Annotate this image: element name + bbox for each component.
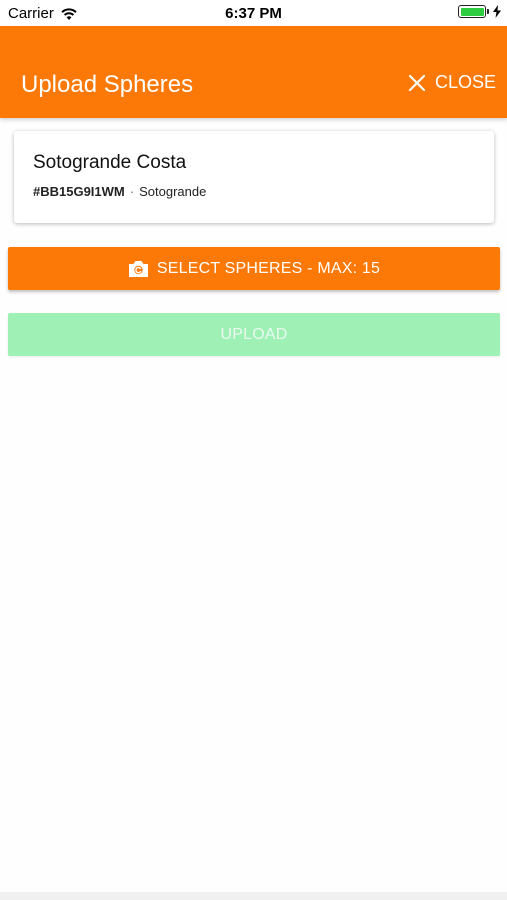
- card-title: Sotogrande Costa: [33, 152, 187, 173]
- location-code: #BB15G9I1WM: [33, 184, 125, 199]
- separator-dot: ·: [129, 184, 135, 199]
- upload-spheres-screen: Carrier 6:37 PM Upload Spheres CLOSE Sot…: [0, 0, 507, 900]
- upload-button-label: UPLOAD: [220, 325, 288, 343]
- bottom-strip: [0, 892, 507, 900]
- select-spheres-label: SELECT SPHERES - MAX: 15: [156, 259, 381, 277]
- camera-icon: [128, 260, 148, 277]
- battery-icon: [458, 5, 486, 18]
- battery-tip: [487, 9, 489, 14]
- upload-button[interactable]: UPLOAD: [8, 313, 500, 356]
- location-name: Sotogrande: [139, 184, 207, 199]
- status-bar: Carrier 6:37 PM: [0, 0, 507, 26]
- page-title: Upload Spheres: [21, 71, 194, 98]
- close-icon: [408, 74, 426, 91]
- status-time: 6:37 PM: [225, 5, 282, 22]
- sphere-location-card: Sotogrande Costa #BB15G9I1WM · Sotogrande: [14, 131, 494, 223]
- select-spheres-button[interactable]: SELECT SPHERES - MAX: 15: [8, 247, 500, 290]
- status-battery-group: [458, 5, 501, 18]
- card-subtitle: #BB15G9I1WM · Sotogrande: [33, 184, 206, 199]
- close-button-label: CLOSE: [434, 72, 496, 92]
- close-button[interactable]: CLOSE: [408, 72, 496, 93]
- app-header: Upload Spheres CLOSE: [0, 26, 507, 118]
- battery-fill: [460, 7, 484, 16]
- charging-icon: [493, 5, 501, 18]
